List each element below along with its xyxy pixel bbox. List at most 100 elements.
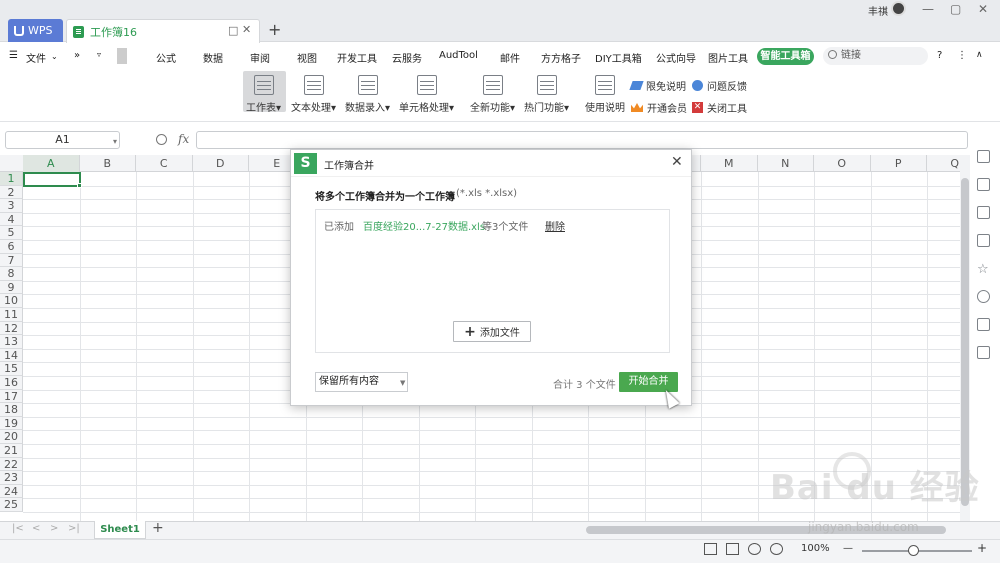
row-header-20[interactable]: 20 bbox=[0, 430, 23, 444]
menu-file[interactable]: 文件 bbox=[26, 50, 46, 65]
page-layout-icon[interactable] bbox=[726, 543, 739, 555]
menu-cloud[interactable]: 云服务 bbox=[392, 50, 422, 65]
worksheet-button[interactable]: 工作表▾ bbox=[246, 75, 281, 114]
adjust-icon[interactable] bbox=[977, 234, 990, 247]
column-header-q[interactable]: Q bbox=[927, 155, 960, 172]
menu-formula-wizard[interactable]: 公式向导 bbox=[656, 50, 696, 65]
history-icon[interactable] bbox=[977, 290, 990, 303]
row-header-25[interactable]: 25 bbox=[0, 498, 23, 512]
row-header-14[interactable]: 14 bbox=[0, 348, 23, 363]
row-header-5[interactable]: 5 bbox=[0, 226, 23, 240]
search-input[interactable]: 链接 bbox=[823, 47, 928, 65]
data-entry-button[interactable]: 数据录入▾ bbox=[345, 75, 390, 114]
row-header-16[interactable]: 16 bbox=[0, 376, 23, 390]
row-header-18[interactable]: 18 bbox=[0, 403, 23, 417]
add-file-button[interactable]: + 添加文件 bbox=[453, 321, 531, 342]
column-header-n[interactable]: N bbox=[758, 155, 814, 172]
row-header-3[interactable]: 3 bbox=[0, 199, 23, 213]
pointer-icon[interactable] bbox=[977, 150, 990, 163]
close-tab-icon[interactable]: ✕ bbox=[242, 23, 251, 36]
shapes-icon[interactable] bbox=[977, 178, 990, 191]
row-header-8[interactable]: 8 bbox=[0, 267, 23, 281]
first-sheet-icon[interactable]: |< bbox=[12, 523, 24, 534]
column-header-o[interactable]: O bbox=[814, 155, 871, 172]
row-header-7[interactable]: 7 bbox=[0, 253, 23, 268]
text-processing-button[interactable]: 文本处理▾ bbox=[291, 75, 336, 114]
instructions-button[interactable]: 使用说明 bbox=[585, 75, 625, 114]
new-features-button[interactable]: 全新功能▾ bbox=[470, 75, 515, 114]
fill-handle[interactable] bbox=[77, 183, 82, 188]
selected-cell-a1[interactable] bbox=[23, 172, 81, 187]
row-header-11[interactable]: 11 bbox=[0, 308, 23, 322]
last-sheet-icon[interactable]: >| bbox=[68, 523, 80, 534]
menu-formula[interactable]: 公式 bbox=[156, 50, 176, 65]
menu-diy[interactable]: DIY工具箱 bbox=[595, 50, 642, 65]
reading-mode-icon[interactable] bbox=[770, 543, 783, 555]
star-icon[interactable]: ☆ bbox=[977, 262, 990, 277]
minimize-icon[interactable]: — bbox=[922, 2, 934, 16]
menu-mail[interactable]: 邮件 bbox=[500, 50, 520, 65]
hot-features-button[interactable]: 热门功能▾ bbox=[524, 75, 569, 114]
settings-icon[interactable] bbox=[977, 318, 990, 331]
row-header-24[interactable]: 24 bbox=[0, 484, 23, 499]
feedback-button[interactable]: 问题反馈 bbox=[692, 78, 747, 93]
user-name[interactable]: 丰祺 bbox=[868, 3, 888, 18]
row-header-4[interactable]: 4 bbox=[0, 212, 23, 227]
scroll-left-icon[interactable] bbox=[117, 48, 127, 64]
sheet-tab[interactable]: Sheet1 bbox=[94, 521, 146, 539]
zoom-in-icon[interactable]: + bbox=[977, 541, 987, 555]
row-header-12[interactable]: 12 bbox=[0, 321, 23, 336]
select-dropdown-icon[interactable]: ▼ bbox=[400, 379, 405, 387]
membership-button[interactable]: 开通会员 bbox=[631, 100, 687, 115]
row-header-23[interactable]: 23 bbox=[0, 471, 23, 485]
menu-picture-tools[interactable]: 图片工具 bbox=[708, 50, 748, 65]
maximize-icon[interactable]: ▢ bbox=[950, 2, 961, 16]
zoom-level[interactable]: 100% bbox=[801, 543, 830, 554]
close-tool-button[interactable]: ✕ 关闭工具 bbox=[692, 100, 747, 115]
vertical-scroll-thumb[interactable] bbox=[961, 178, 969, 506]
name-box[interactable]: A1 bbox=[5, 131, 120, 149]
apps-icon[interactable] bbox=[977, 346, 990, 359]
row-header-1[interactable]: 1 bbox=[0, 172, 23, 186]
menu-view[interactable]: 视图 bbox=[297, 50, 317, 65]
collapse-ribbon-icon[interactable]: ∧ bbox=[976, 50, 983, 60]
window-icon[interactable]: □ bbox=[228, 24, 238, 37]
edit-icon[interactable] bbox=[977, 206, 990, 219]
add-sheet-icon[interactable]: + bbox=[152, 520, 164, 536]
zoom-slider-knob[interactable] bbox=[908, 545, 919, 556]
menu-ffgz[interactable]: 方方格子 bbox=[541, 50, 581, 65]
wps-home-tab[interactable]: WPS bbox=[8, 19, 63, 42]
delete-link[interactable]: 删除 bbox=[545, 218, 565, 233]
more-options-icon[interactable]: ⋮ bbox=[957, 50, 967, 61]
cell-processing-button[interactable]: 单元格处理▾ bbox=[399, 75, 454, 114]
page-break-icon[interactable] bbox=[748, 543, 761, 555]
dropdown-icon[interactable]: ▿ bbox=[97, 50, 101, 59]
column-header-a[interactable]: A bbox=[23, 155, 80, 172]
next-sheet-icon[interactable]: > bbox=[50, 523, 58, 534]
row-header-21[interactable]: 21 bbox=[0, 444, 23, 458]
dialog-close-icon[interactable]: ✕ bbox=[671, 154, 683, 170]
row-header-15[interactable]: 15 bbox=[0, 362, 23, 376]
menu-data[interactable]: 数据 bbox=[203, 50, 223, 65]
formula-input[interactable] bbox=[196, 131, 968, 149]
chevron-down-icon[interactable]: ⌄ bbox=[51, 52, 58, 61]
column-header-c[interactable]: C bbox=[136, 155, 193, 172]
row-header-19[interactable]: 19 bbox=[0, 416, 23, 431]
row-header-9[interactable]: 9 bbox=[0, 280, 23, 295]
menu-developer[interactable]: 开发工具 bbox=[337, 50, 377, 65]
menu-smart-toolbox[interactable]: 智能工具箱 bbox=[757, 48, 814, 65]
hamburger-icon[interactable]: ☰ bbox=[9, 50, 18, 61]
new-tab-icon[interactable]: + bbox=[268, 20, 281, 39]
column-header-b[interactable]: B bbox=[80, 155, 136, 172]
name-box-dropdown-icon[interactable]: ▾ bbox=[113, 137, 117, 146]
row-header-17[interactable]: 17 bbox=[0, 389, 23, 404]
fx-icon[interactable]: fx bbox=[178, 132, 189, 146]
column-header-m[interactable]: M bbox=[701, 155, 758, 172]
more-icon[interactable]: » bbox=[74, 50, 80, 61]
keep-content-select[interactable]: 保留所有内容 bbox=[315, 372, 408, 392]
prev-sheet-icon[interactable]: < bbox=[32, 523, 40, 534]
row-header-6[interactable]: 6 bbox=[0, 240, 23, 254]
row-header-10[interactable]: 10 bbox=[0, 294, 23, 308]
row-header-22[interactable]: 22 bbox=[0, 457, 23, 472]
column-header-d[interactable]: D bbox=[193, 155, 249, 172]
